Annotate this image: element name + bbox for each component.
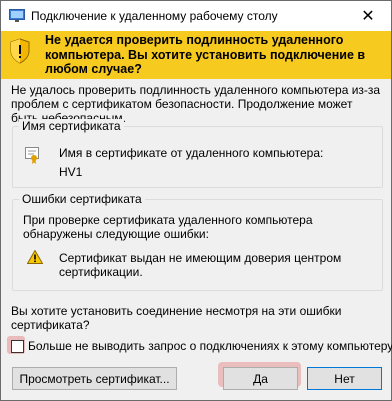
dont-ask-again-checkbox[interactable]: [11, 340, 24, 353]
certificate-label: Имя в сертификате от удаленного компьюте…: [59, 146, 324, 160]
close-icon: ✕: [361, 8, 375, 25]
yes-button[interactable]: Да: [223, 367, 298, 390]
no-button[interactable]: Нет: [307, 367, 382, 390]
remote-desktop-icon: [9, 9, 25, 22]
shield-warning-icon: [10, 38, 30, 64]
title-bar: Подключение к удаленному рабочему столу …: [1, 1, 391, 31]
errors-intro: При проверке сертификата удаленного комп…: [23, 213, 313, 241]
certificate-icon: [25, 147, 39, 164]
error-message: Сертификат выдан не имеющим доверия цент…: [59, 251, 342, 279]
close-button[interactable]: ✕: [345, 1, 391, 31]
warning-banner: Не удается проверить подлинность удаленн…: [1, 31, 391, 79]
dont-ask-again-label[interactable]: Больше не выводить запрос о подключениях…: [28, 339, 392, 353]
rdp-dialog: Подключение к удаленному рабочему столу …: [0, 0, 392, 401]
connect-question: Вы хотите установить соединение несмотря…: [11, 304, 342, 332]
certificate-name-group: Имя сертификата Имя в сертификате от уда…: [12, 119, 383, 188]
certificate-value: HV1: [59, 165, 83, 179]
certificate-errors-group: Ошибки сертификата При проверке сертифик…: [12, 192, 383, 291]
view-certificate-button[interactable]: Просмотреть сертификат...: [12, 367, 177, 390]
window-title: Подключение к удаленному рабочему столу: [31, 9, 278, 23]
warning-icon: [27, 250, 43, 264]
certificate-name-legend: Имя сертификата: [19, 119, 124, 133]
banner-message: Не удается проверить подлинность удаленн…: [45, 33, 366, 76]
certificate-errors-legend: Ошибки сертификата: [19, 192, 145, 206]
